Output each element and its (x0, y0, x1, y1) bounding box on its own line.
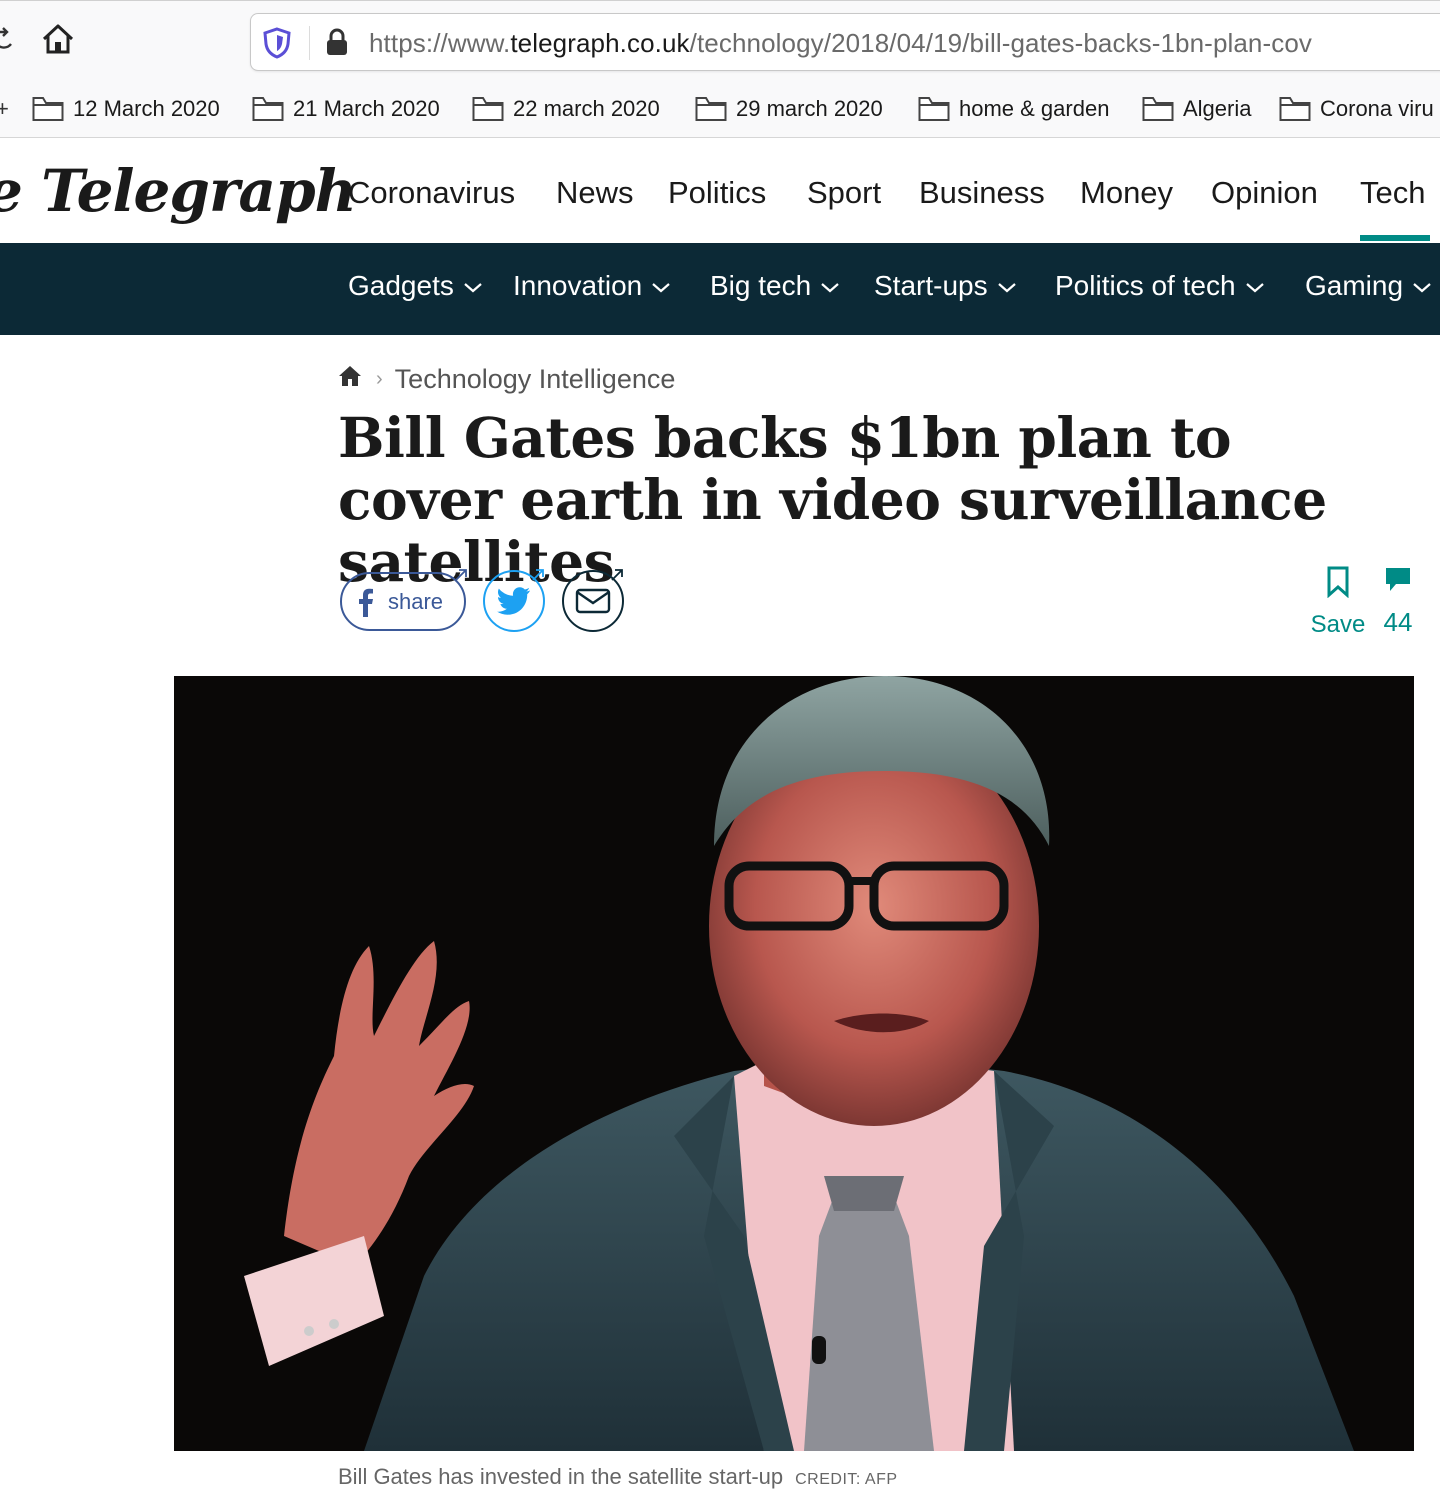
chevron-down-icon (652, 283, 670, 293)
comment-count: 44 (1383, 607, 1413, 637)
external-arrow-icon (455, 569, 467, 581)
comments-button[interactable]: 44 (1376, 566, 1420, 638)
bookmarks-bar: + 12 March 2020 21 March 2020 22 march 2… (0, 84, 1440, 138)
chevron-down-icon (821, 283, 839, 293)
bookmark-folder[interactable]: 29 march 2020 (695, 96, 883, 122)
chevron-down-icon (1413, 283, 1431, 293)
nav-opinion[interactable]: Opinion (1211, 175, 1318, 211)
url-bar[interactable]: https://www.telegraph.co.uk/technology/2… (250, 13, 1440, 71)
tracking-shield-icon[interactable] (263, 27, 291, 64)
nav-politics[interactable]: Politics (668, 175, 766, 211)
bookmark-label: home & garden (959, 96, 1110, 121)
subnav-start-ups[interactable]: Start-ups (874, 270, 1016, 302)
subnav-big-tech[interactable]: Big tech (710, 270, 839, 302)
bookmark-label: Algeria (1183, 96, 1252, 121)
site-logo[interactable]: e Telegraph (0, 157, 357, 225)
twitter-share-button[interactable] (483, 569, 545, 632)
twitter-icon (497, 587, 530, 615)
comment-icon (1386, 568, 1410, 591)
nav-coronavirus[interactable]: Coronavirus (348, 175, 515, 211)
external-arrow-icon (532, 569, 544, 581)
save-label: Save (1310, 611, 1366, 638)
url-separator (309, 26, 310, 60)
nav-news[interactable]: News (556, 175, 634, 211)
bookmark-folder[interactable]: Algeria (1142, 96, 1251, 122)
bookmark-folder[interactable]: 12 March 2020 (32, 96, 220, 122)
home-icon[interactable] (38, 19, 78, 59)
external-arrow-icon (611, 569, 623, 581)
chevron-down-icon (464, 283, 482, 293)
subnav-innovation[interactable]: Innovation (513, 270, 670, 302)
site-header: e Telegraph Coronavirus News Politics Sp… (0, 139, 1440, 243)
bookmark-label: Corona viru (1320, 96, 1434, 121)
facebook-icon (359, 588, 373, 617)
nav-sport[interactable]: Sport (807, 175, 881, 211)
home-icon[interactable] (338, 364, 362, 395)
bookmark-label: 21 March 2020 (293, 96, 440, 121)
breadcrumb-separator-icon: › (376, 368, 383, 390)
nav-tech[interactable]: Tech (1360, 175, 1425, 211)
url-text[interactable]: https://www.telegraph.co.uk/technology/2… (369, 28, 1312, 59)
nav-business[interactable]: Business (919, 175, 1045, 211)
subnav-politics-of-tech[interactable]: Politics of tech (1055, 270, 1264, 302)
lock-icon[interactable] (325, 28, 349, 61)
bookmark-label: 29 march 2020 (736, 96, 883, 121)
bookmark-folder[interactable]: home & garden (918, 96, 1109, 122)
bookmarks-overflow[interactable]: + (0, 96, 9, 122)
image-caption: Bill Gates has invested in the satellite… (338, 1464, 898, 1490)
breadcrumb-section[interactable]: Technology Intelligence (395, 364, 676, 395)
bookmark-folder[interactable]: 22 march 2020 (472, 96, 660, 122)
image-credit: CREDIT: AFP (795, 1471, 898, 1488)
mail-icon (575, 588, 611, 614)
bookmark-folder[interactable]: 21 March 2020 (252, 96, 440, 122)
email-share-button[interactable] (562, 569, 624, 632)
subnav-gaming[interactable]: Gaming (1305, 270, 1431, 302)
url-fade (1389, 14, 1440, 70)
share-label: share (388, 588, 444, 614)
save-button[interactable]: Save (1310, 566, 1366, 639)
section-subnav: Gadgets Innovation Big tech Start-ups Po… (0, 243, 1440, 335)
browser-toolbar: https://www.telegraph.co.uk/technology/2… (0, 0, 1440, 84)
facebook-share-button[interactable]: share (340, 569, 467, 631)
chevron-down-icon (997, 283, 1016, 293)
breadcrumb: › Technology Intelligence (338, 364, 675, 395)
bookmark-label: 22 march 2020 (513, 96, 660, 121)
article-lead-image (174, 676, 1414, 1451)
article-headline: Bill Gates backs $1bn plan to cover eart… (338, 405, 1327, 594)
chevron-down-icon (1245, 283, 1264, 293)
active-nav-indicator (1360, 235, 1430, 241)
nav-money[interactable]: Money (1080, 175, 1173, 211)
bookmark-label: 12 March 2020 (73, 96, 220, 121)
subnav-gadgets[interactable]: Gadgets (348, 270, 482, 302)
caption-text: Bill Gates has invested in the satellite… (338, 1464, 784, 1489)
bookmark-folder[interactable]: Corona viru (1279, 96, 1434, 122)
bookmark-icon (1327, 566, 1349, 599)
reload-icon[interactable] (0, 19, 24, 59)
